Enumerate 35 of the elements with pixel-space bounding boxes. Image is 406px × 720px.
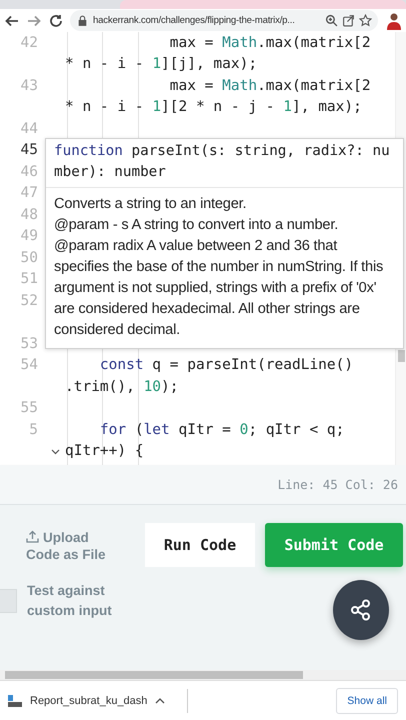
- line-number: 53: [20, 336, 38, 352]
- line-number: 46: [20, 164, 38, 180]
- upload-button[interactable]: Upload Code as File: [0, 529, 120, 563]
- url-text: hackerrank.com/challenges/flipping-the-matrix/p...: [93, 15, 296, 26]
- line-number: 48: [20, 206, 38, 223]
- download-file-name[interactable]: Report_subrat_ku_dash: [30, 694, 148, 706]
- line-number: 54: [20, 357, 38, 374]
- line-number: 47: [20, 185, 38, 202]
- doc-text: Converts a string to an integer.: [54, 195, 248, 214]
- line-number: 51: [20, 271, 38, 288]
- code-line: max = Math.max(matrix[2: [168, 78, 371, 94]
- doc-text: @param - s A string to convert into a number.: [54, 216, 340, 235]
- code-line: const q = parseInt(readLine(): [98, 357, 354, 374]
- function-signature: function parseInt(s: string, radix?: number): number: [46, 139, 403, 188]
- code-line: * n - i - 1][2 * n - j - 1], max);: [65, 99, 362, 116]
- doc-text: @param radix A value between 2 and 36 that specifies the base of the number in numString. If this argument is not supplied, strings with a prefix of '0x' are considered hexadecimal. All other strings are considered decimal.: [54, 237, 384, 340]
- line-number: 52: [20, 292, 38, 309]
- address-bar[interactable]: hackerrank.com/challenges/flipping-the-matrix/p...: [70, 10, 378, 31]
- code-line: * n - i - 1][j], max);: [65, 56, 258, 72]
- line-number: 43: [20, 78, 38, 94]
- run-code-button[interactable]: Run Code: [145, 523, 255, 567]
- line-number: 45: [20, 142, 38, 158]
- code-line: max = Math.max(matrix[2: [168, 34, 371, 51]
- checkbox-label[interactable]: Test against custom input: [27, 581, 117, 621]
- line-number: 42: [20, 34, 38, 51]
- line-number: 5: [28, 422, 38, 438]
- cursor-position: Line: 45 Col: 26: [278, 477, 398, 492]
- line-number: 55: [20, 400, 38, 416]
- line-number: 49: [20, 228, 38, 244]
- line-number: 50: [20, 250, 38, 266]
- line-number: 44: [20, 120, 38, 137]
- code-line: for (let qItr = 0; qItr < q;: [98, 422, 344, 438]
- code-line: qItr++) {: [65, 443, 144, 460]
- code-line: .trim(), 10);: [65, 378, 179, 395]
- show-all-button[interactable]: Show all: [336, 688, 398, 714]
